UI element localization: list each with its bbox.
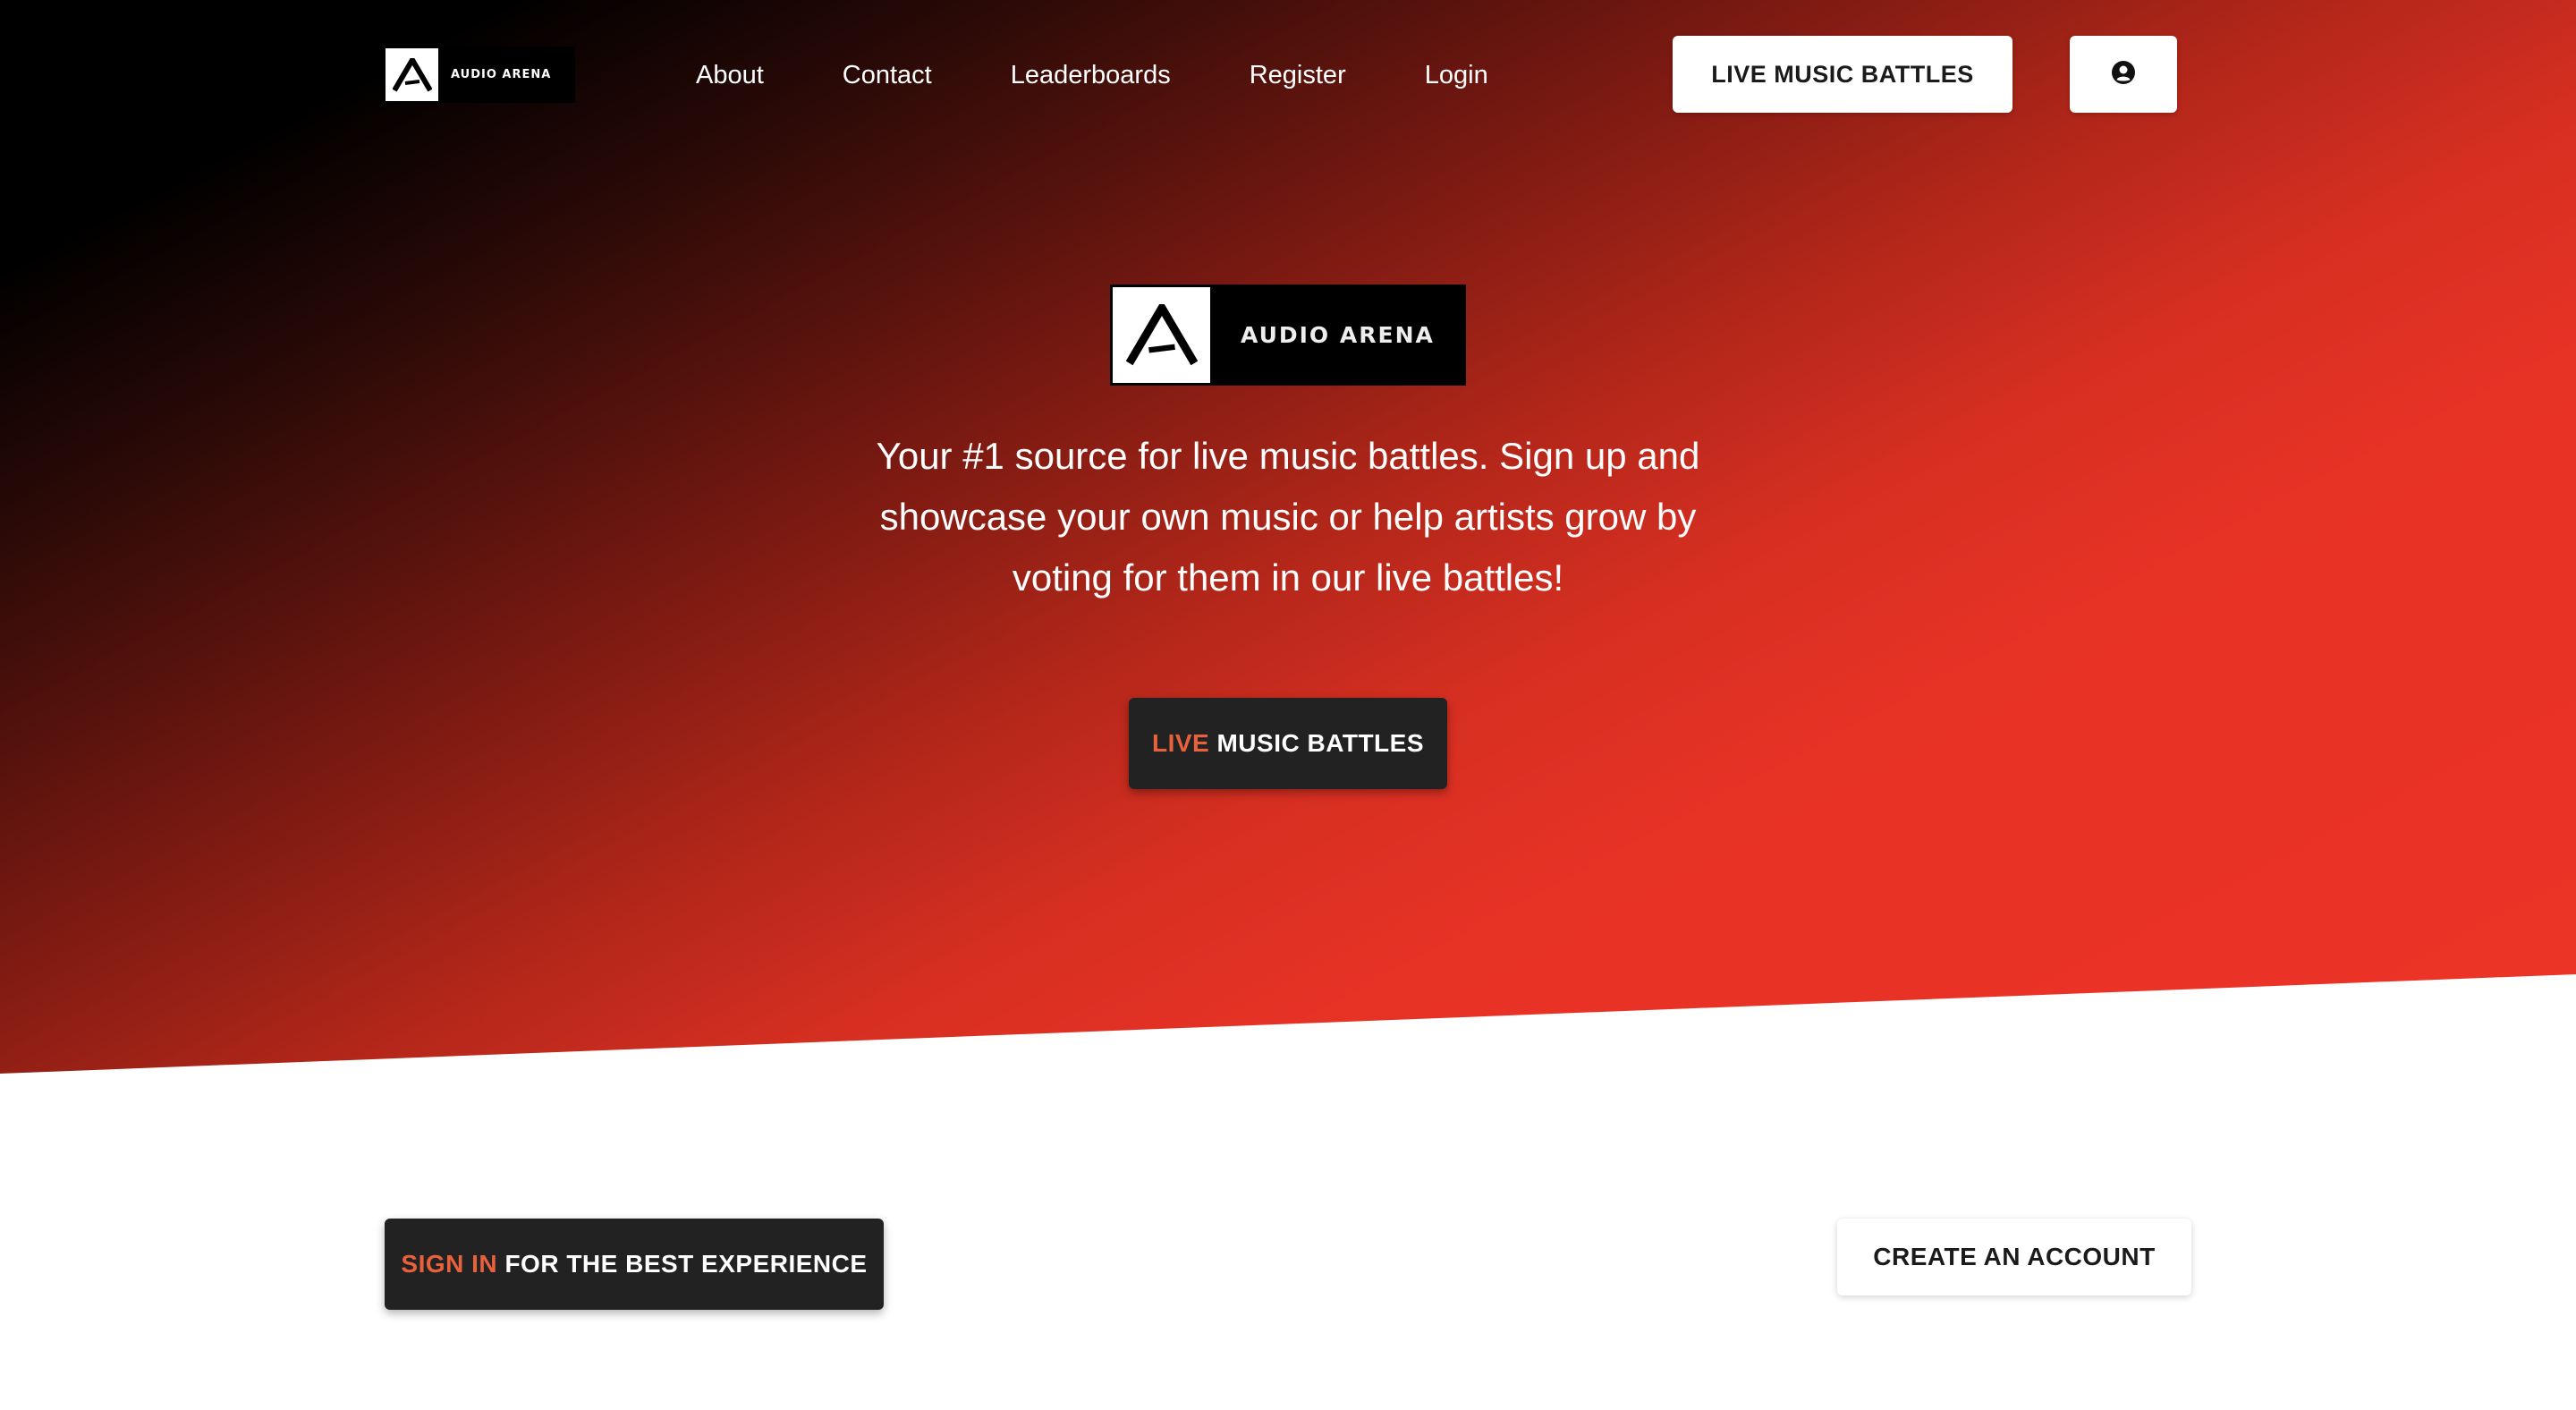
- sign-in-accent-text: SIGN IN: [401, 1250, 498, 1278]
- audio-arena-logo-icon: [386, 48, 438, 101]
- audio-arena-logo-icon: [1113, 287, 1210, 383]
- nav-link-register[interactable]: Register: [1250, 61, 1346, 90]
- live-music-battles-nav-button[interactable]: LIVE MUSIC BATTLES: [1673, 36, 2012, 113]
- live-music-battles-hero-button[interactable]: LIVE MUSIC BATTLES: [1129, 698, 1447, 789]
- user-circle-icon: [2111, 60, 2136, 89]
- site-header: AUDIO ARENA About Contact Leaderboards R…: [0, 0, 2576, 152]
- create-account-button[interactable]: CREATE AN ACCOUNT: [1837, 1219, 2191, 1295]
- hero-tagline: Your #1 source for live music battles. S…: [876, 435, 1700, 599]
- sign-in-button[interactable]: SIGN IN FOR THE BEST EXPERIENCE: [385, 1219, 884, 1310]
- user-account-button[interactable]: [2070, 36, 2177, 113]
- nav-logo[interactable]: AUDIO ARENA: [384, 47, 575, 103]
- hero-logo-wordmark: AUDIO ARENA: [1241, 322, 1435, 348]
- nav-logo-wordmark: AUDIO ARENA: [451, 68, 552, 81]
- nav-link-login[interactable]: Login: [1425, 61, 1488, 90]
- nav-link-leaderboards[interactable]: Leaderboards: [1011, 61, 1171, 90]
- nav-link-about[interactable]: About: [696, 61, 764, 90]
- sign-in-rest-text: FOR THE BEST EXPERIENCE: [504, 1250, 868, 1278]
- button-text: MUSIC BATTLES: [1216, 729, 1425, 757]
- nav-link-contact[interactable]: Contact: [843, 61, 932, 90]
- hero-logo: AUDIO ARENA: [1110, 285, 1466, 386]
- main-nav: About Contact Leaderboards Register Logi…: [696, 55, 1488, 95]
- button-accent-text: LIVE: [1151, 729, 1210, 757]
